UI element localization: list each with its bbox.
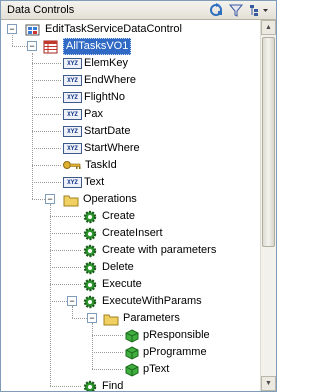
scroll-thumb[interactable]	[262, 37, 275, 247]
panel-title: Data Controls	[7, 4, 75, 16]
tree-guide-line	[12, 46, 27, 47]
tree-node-op-create[interactable]: Create	[1, 208, 261, 225]
tree-guide-line	[92, 352, 123, 353]
filter-icon[interactable]	[229, 3, 243, 17]
tree-guide-line	[32, 114, 61, 115]
tree-guide-line	[50, 267, 81, 268]
tree-node-op-executewithparams-label: ExecuteWithParams	[102, 295, 202, 307]
tree-options-icon[interactable]	[249, 3, 269, 17]
tree-node-op-delete[interactable]: Delete	[1, 259, 261, 276]
tree-node-vo-collapse-toggle[interactable]: −	[27, 41, 37, 51]
tree-guide-line	[50, 233, 81, 234]
tree-guide-line	[92, 335, 123, 336]
tree-guide-line	[50, 216, 81, 217]
data-controls-tree: EditTaskServiceDataControl − AllTasksVO1−…	[1, 20, 261, 391]
tree-guide-line	[72, 306, 73, 318]
tree-node-attr-text-label: Text	[84, 176, 105, 188]
tree-node-op-create-with-parameters[interactable]: Create with parameters	[1, 242, 261, 259]
tree-guide-line	[72, 318, 87, 319]
tree-node-operations-label: Operations	[83, 193, 137, 205]
xyz-attribute-icon: XYZ	[63, 109, 82, 120]
panel-titlebar: Data Controls	[1, 1, 276, 20]
scroll-up-button[interactable]: ▲	[261, 20, 276, 35]
tree-node-param-ptext-label: pText	[143, 363, 170, 375]
tree-guide-line	[50, 386, 81, 387]
tree-node-op-executewithparams-collapse-toggle[interactable]: −	[67, 296, 77, 306]
tree-guide-line	[92, 369, 123, 370]
tree-node-param-presponsible[interactable]: pResponsible	[1, 327, 261, 344]
tree-guide-line	[12, 33, 13, 46]
tree-node-parameters[interactable]: Parameters −	[1, 310, 261, 327]
tree-guide-line	[32, 182, 61, 183]
data-controls-panel: Data Controls EditTaskServiceDataControl…	[0, 0, 277, 392]
tree-guide-line	[32, 63, 61, 64]
tree-node-attr-startdate-label: StartDate	[84, 125, 131, 137]
tree-node-op-find-label: Find	[102, 380, 124, 391]
tree-node-op-execute[interactable]: Execute	[1, 276, 261, 293]
xyz-attribute-icon: XYZ	[63, 126, 82, 137]
tree-node-attr-endwhere-label: EndWhere	[84, 74, 136, 86]
gear-icon	[83, 380, 97, 391]
tree-node-op-execute-label: Execute	[102, 278, 142, 290]
scroll-down-button[interactable]: ▼	[261, 376, 276, 391]
tree-node-param-pprogramme[interactable]: pProgramme	[1, 344, 261, 361]
tree-node-op-createinsert[interactable]: CreateInsert	[1, 225, 261, 242]
xyz-attribute-icon: XYZ	[63, 58, 82, 69]
tree-node-op-create-with-parameters-label: Create with parameters	[102, 244, 217, 256]
tree-node-op-create-label: Create	[102, 210, 136, 222]
tree-guide-line	[32, 165, 61, 166]
tree-node-op-find[interactable]: Find	[1, 378, 261, 391]
tree-node-attr-elemkey-label: ElemKey	[84, 57, 129, 69]
tree-node-op-createinsert-label: CreateInsert	[102, 227, 163, 239]
tree-guide-line	[32, 53, 33, 199]
xyz-attribute-icon: XYZ	[63, 177, 82, 188]
tree-guide-line	[32, 97, 61, 98]
tree-guide-line	[92, 323, 93, 369]
tree-guide-line	[32, 80, 61, 81]
tree-node-vo-label: AllTasksVO1	[63, 38, 132, 55]
tree-guide-line	[50, 284, 81, 285]
tree-node-root[interactable]: EditTaskServiceDataControl −	[1, 21, 261, 38]
tree-node-operations-collapse-toggle[interactable]: −	[45, 194, 55, 204]
tree-guide-line	[50, 204, 51, 386]
refresh-icon[interactable]	[209, 3, 223, 17]
xyz-attribute-icon: XYZ	[63, 75, 82, 86]
tree-node-attr-pax-label: Pax	[84, 108, 103, 120]
tree-node-op-executewithparams[interactable]: ExecuteWithParams −	[1, 293, 261, 310]
tree-node-parameters-collapse-toggle[interactable]: −	[87, 313, 97, 323]
vertical-scrollbar[interactable]: ▲ ▼	[260, 20, 276, 391]
tree-guide-line	[32, 148, 61, 149]
tree-guide-line	[50, 301, 67, 302]
tree-node-parameters-label: Parameters	[123, 312, 180, 324]
tree-guide-line	[32, 131, 61, 132]
xyz-attribute-icon: XYZ	[63, 92, 82, 103]
tree-node-attr-startwhere-label: StartWhere	[84, 142, 140, 154]
tree-node-param-ptext[interactable]: pText	[1, 361, 261, 378]
tree-node-vo[interactable]: AllTasksVO1 −	[1, 38, 261, 55]
tree-node-op-delete-label: Delete	[102, 261, 134, 273]
tree-node-attr-taskid-label: TaskId	[85, 159, 117, 171]
tree-node-param-pprogramme-label: pProgramme	[143, 346, 207, 358]
xyz-attribute-icon: XYZ	[63, 143, 82, 154]
tree-guide-line	[32, 199, 45, 200]
tree-node-attr-flightno-label: FlightNo	[84, 91, 125, 103]
tree-node-root-label: EditTaskServiceDataControl	[45, 23, 182, 35]
tree-guide-line	[50, 250, 81, 251]
tree-node-param-presponsible-label: pResponsible	[143, 329, 210, 341]
